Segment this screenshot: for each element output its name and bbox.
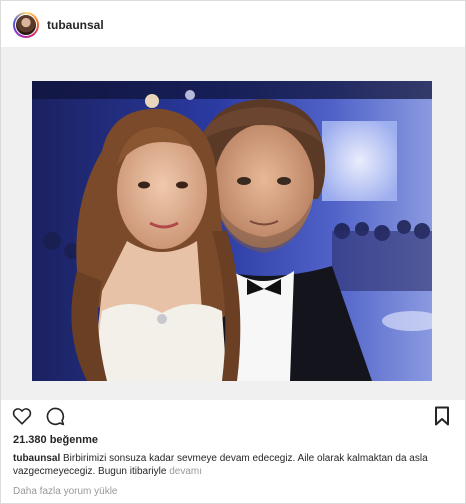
load-more-comments-link[interactable]: Daha fazla yorum yükle [13, 486, 118, 497]
heart-outline-icon[interactable] [11, 405, 33, 427]
post-photo[interactable] [32, 81, 432, 381]
photo-matte [1, 47, 465, 400]
bookmark-outline-icon[interactable] [431, 405, 453, 427]
caption-text: Birbirimizi sonsuza kadar sevmeye devam … [13, 453, 428, 477]
avatar-story-ring[interactable] [13, 12, 39, 38]
post-username[interactable]: tubaunsal [47, 18, 104, 32]
post-actions [1, 405, 465, 431]
comment-bubble-icon[interactable] [44, 405, 66, 427]
post-header: tubaunsal [1, 1, 465, 47]
caption-username[interactable]: tubaunsal [13, 453, 60, 464]
selfie-photo-illustration [32, 81, 432, 381]
instagram-post: tubaunsal 21.380 beğenme tubaunsal Birbi… [0, 0, 466, 504]
avatar[interactable] [15, 14, 37, 36]
like-count[interactable]: 21.380 beğenme [13, 434, 98, 446]
post-caption: tubaunsal Birbirimizi sonsuza kadar sevm… [13, 452, 453, 478]
caption-more-link[interactable]: devamı [169, 466, 202, 477]
